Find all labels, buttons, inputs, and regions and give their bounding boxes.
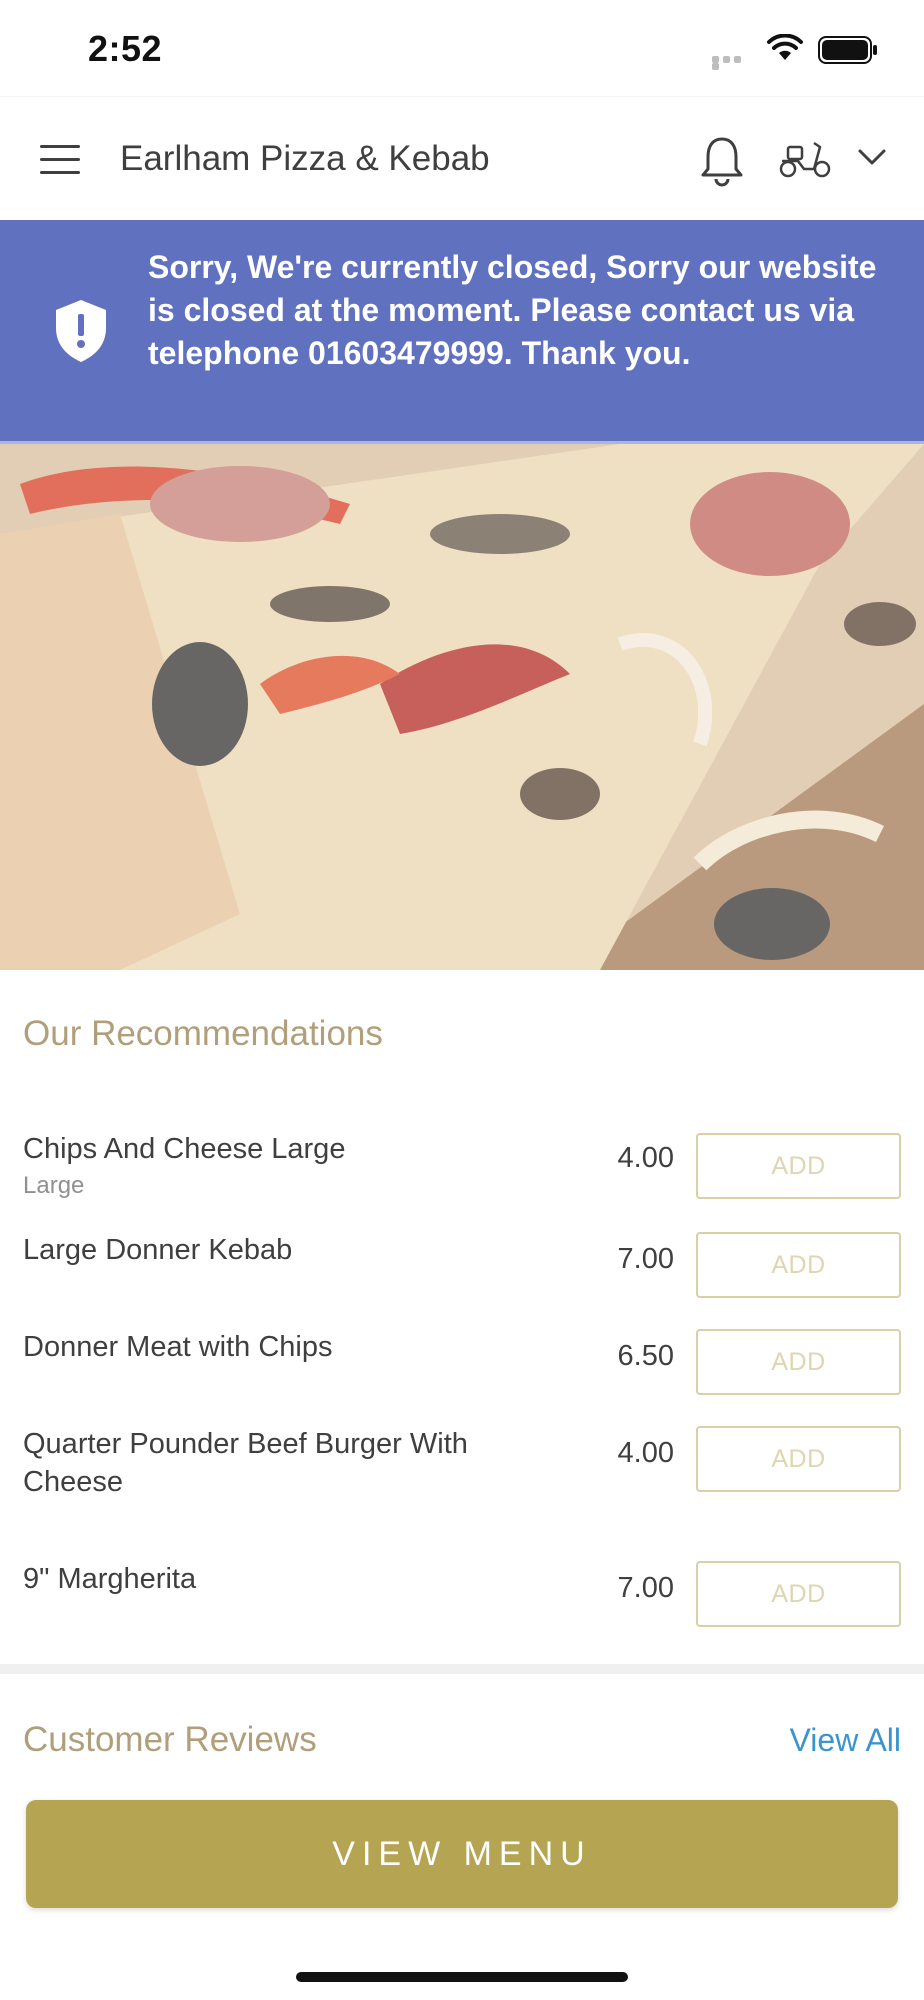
item-price: 6.50 (617, 1340, 674, 1372)
bell-icon[interactable] (700, 135, 744, 187)
section-divider (0, 1664, 924, 1674)
status-bar: 2:52 (0, 0, 924, 96)
item-price: 7.00 (617, 1243, 674, 1275)
item-name: 9" Margherita (23, 1563, 197, 1595)
item-price: 7.00 (617, 1572, 674, 1604)
app-header: Earlham Pizza & Kebab (0, 96, 924, 220)
shield-alert-icon (56, 300, 106, 362)
item-name: Chips And Cheese Large (23, 1133, 346, 1165)
hamburger-icon[interactable] (40, 145, 80, 175)
scooter-icon[interactable] (778, 139, 834, 179)
add-button[interactable]: ADD (696, 1561, 901, 1627)
battery-icon (818, 36, 877, 64)
status-time: 2:52 (88, 28, 163, 69)
add-button[interactable]: ADD (696, 1133, 901, 1199)
home-indicator[interactable] (296, 1972, 628, 1982)
closed-message: Sorry, We're currently closed, Sorry our… (148, 249, 877, 371)
item-name: Donner Meat with Chips (23, 1331, 333, 1363)
wifi-icon (767, 34, 803, 60)
recommendations-title: Our Recommendations (23, 1014, 383, 1053)
item-name: Quarter Pounder Beef Burger With Cheese (23, 1428, 468, 1498)
chevron-down-icon[interactable] (856, 147, 888, 167)
item-name: Large Donner Kebab (23, 1234, 293, 1266)
restaurant-title: Earlham Pizza & Kebab (120, 139, 490, 178)
reviews-title: Customer Reviews (23, 1720, 317, 1759)
view-all-link[interactable]: View All (790, 1722, 901, 1759)
item-price: 4.00 (617, 1437, 674, 1469)
add-button[interactable]: ADD (696, 1232, 901, 1298)
view-menu-button[interactable]: VIEW MENU (26, 1800, 898, 1908)
item-size: Large (23, 1172, 85, 1199)
hero-image (0, 444, 924, 970)
item-price: 4.00 (617, 1142, 674, 1174)
hero-overlay (0, 444, 924, 970)
add-button[interactable]: ADD (696, 1426, 901, 1492)
signal-icon (712, 56, 754, 70)
add-button[interactable]: ADD (696, 1329, 901, 1395)
